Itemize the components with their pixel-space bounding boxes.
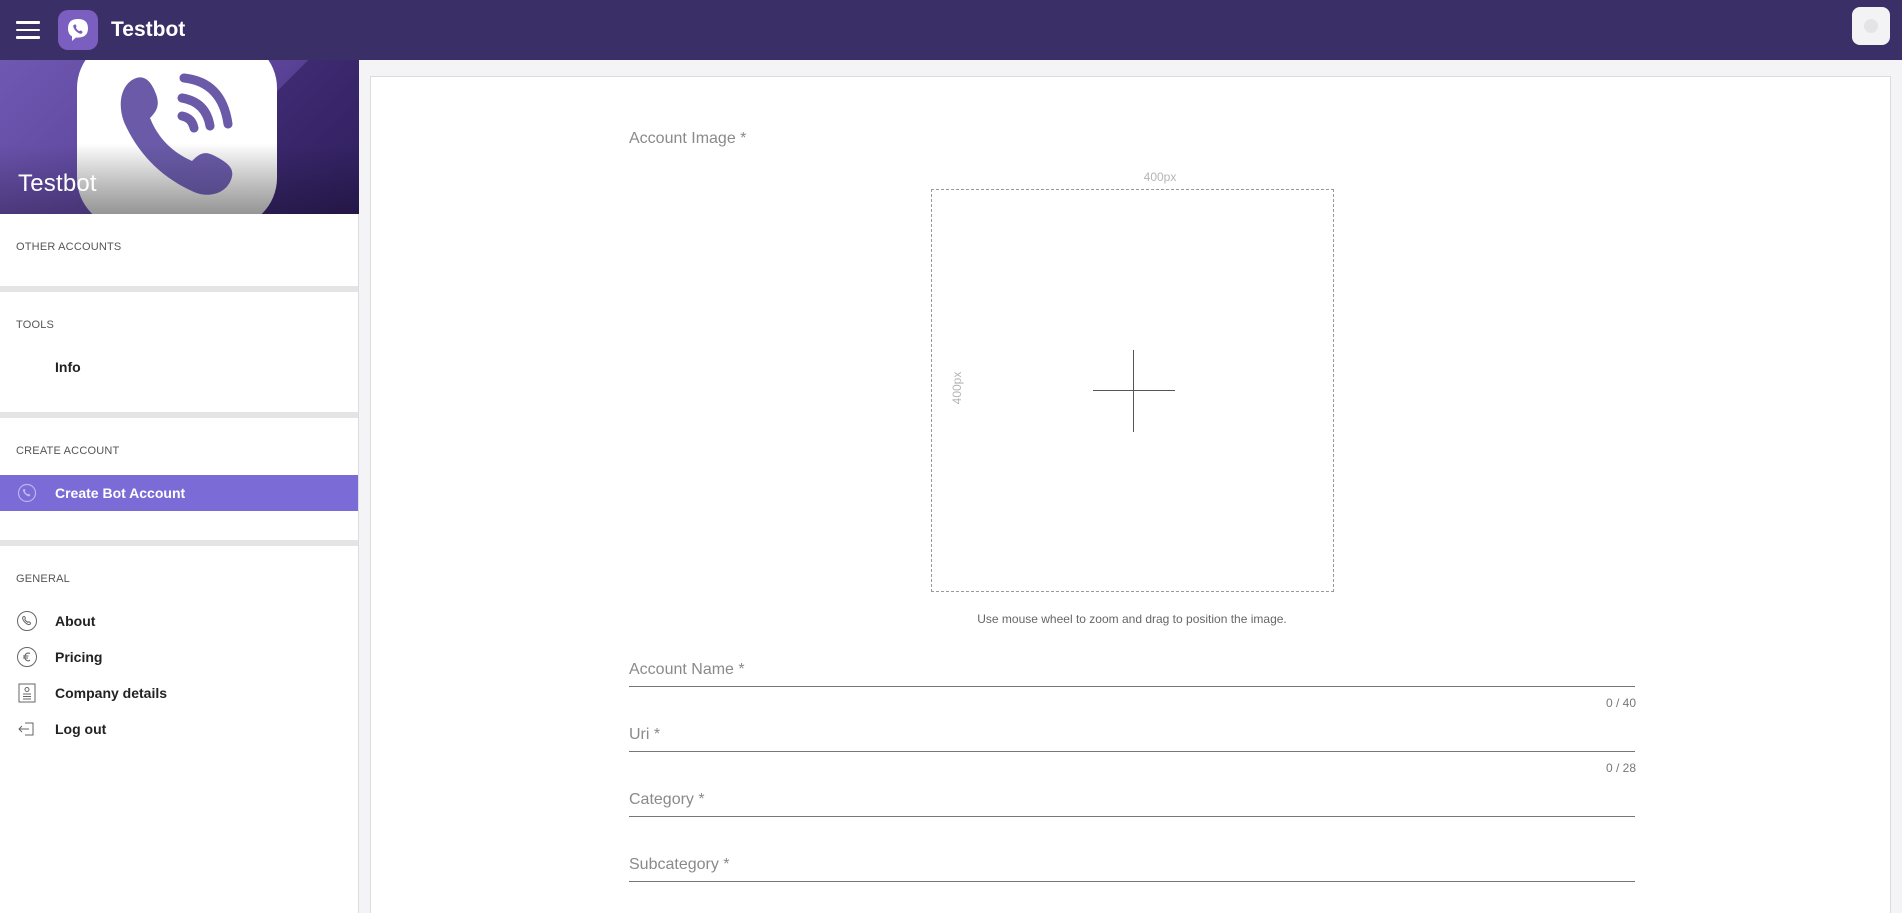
uri-counter: 0 / 28 xyxy=(1605,761,1636,775)
section-title: OTHER ACCOUNTS xyxy=(16,241,122,253)
subcategory-select[interactable] xyxy=(629,850,1635,880)
sidebar-item-log-out[interactable]: Log out xyxy=(0,711,358,747)
sidebar-item-label: Pricing xyxy=(55,649,103,665)
image-hint: Use mouse wheel to zoom and drag to posi… xyxy=(977,612,1287,626)
category-select[interactable] xyxy=(629,785,1635,815)
image-width-label: 400px xyxy=(1143,170,1177,184)
sidebar-item-about[interactable]: About xyxy=(0,603,358,639)
section-other-accounts: OTHER ACCOUNTS xyxy=(0,214,358,292)
section-title: GENERAL xyxy=(16,573,70,585)
uri-field xyxy=(629,720,1635,752)
sidebar-item-label: Info xyxy=(55,359,81,375)
add-image-icon-vertical xyxy=(1133,350,1134,432)
sidebar-item-company-details[interactable]: Company details xyxy=(0,675,358,711)
add-image-icon xyxy=(1093,390,1175,391)
id-card-icon xyxy=(16,682,38,704)
account-image-label: Account Image * xyxy=(629,130,747,147)
viber-logo-icon xyxy=(58,10,98,50)
top-app-bar: Testbot xyxy=(0,0,1902,60)
section-general: GENERAL About Pricing Company details Lo… xyxy=(0,546,358,747)
hamburger-menu-icon[interactable] xyxy=(16,21,40,39)
section-title: TOOLS xyxy=(16,319,55,331)
sidebar-item-create-bot-account[interactable]: Create Bot Account xyxy=(0,475,358,511)
sidebar-item-label: Create Bot Account xyxy=(55,485,186,501)
avatar-icon xyxy=(1864,19,1878,33)
user-avatar[interactable] xyxy=(1852,7,1890,45)
category-field xyxy=(629,785,1635,817)
viber-icon xyxy=(16,610,38,632)
sidebar-item-label: About xyxy=(55,613,96,629)
sidebar-item-pricing[interactable]: Pricing xyxy=(0,639,358,675)
account-banner: Testbot xyxy=(0,60,359,214)
account-name-field xyxy=(629,655,1635,687)
subcategory-field xyxy=(629,850,1635,882)
image-upload-area[interactable] xyxy=(931,189,1334,592)
account-name-counter: 0 / 40 xyxy=(1605,696,1636,710)
sidebar-item-label: Log out xyxy=(55,721,107,737)
viber-icon xyxy=(16,482,38,504)
create-account-form: Account Image * 400px 400px Use mouse wh… xyxy=(370,76,1891,913)
app-title: Testbot xyxy=(111,18,186,41)
sidebar-item-info[interactable]: Info xyxy=(0,349,358,385)
section-tools: TOOLS Info xyxy=(0,292,358,418)
account-name-input[interactable] xyxy=(629,655,1635,685)
euro-icon xyxy=(16,646,38,668)
blank-icon xyxy=(16,356,38,378)
uri-input[interactable] xyxy=(629,720,1635,750)
section-create-account: CREATE ACCOUNT Create Bot Account xyxy=(0,418,358,546)
sidebar-item-label: Company details xyxy=(55,685,168,701)
account-name: Testbot xyxy=(18,170,97,197)
section-title: CREATE ACCOUNT xyxy=(16,445,120,457)
logout-icon xyxy=(16,718,38,740)
sidebar: Testbot OTHER ACCOUNTS TOOLS Info CREATE… xyxy=(0,60,359,913)
